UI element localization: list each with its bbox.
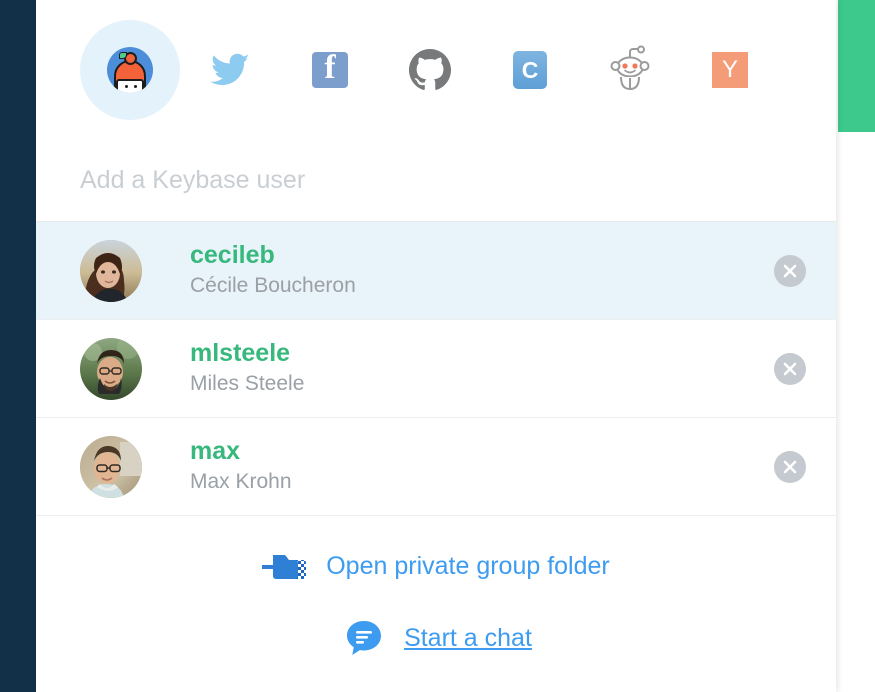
- tracker-popup-window: f C Y Add a Keybase user cecileb Cécile …: [0, 0, 875, 692]
- avatar: [80, 435, 142, 498]
- avatar: [80, 337, 142, 400]
- fullname: Cécile Boucheron: [190, 273, 356, 297]
- keybase-icon: [106, 46, 154, 94]
- fullname: Max Krohn: [190, 469, 292, 493]
- facebook-icon: f: [306, 46, 354, 94]
- close-icon: [783, 460, 797, 473]
- service-tab-github[interactable]: [380, 20, 480, 120]
- reddit-icon: [606, 45, 654, 94]
- user-text: cecileb Cécile Boucheron: [190, 240, 774, 301]
- service-tab-keybase[interactable]: [80, 20, 180, 120]
- open-private-group-folder-button[interactable]: Open private group folder: [36, 530, 836, 602]
- search-field-row: [36, 140, 836, 222]
- service-tab-twitter[interactable]: [180, 20, 280, 120]
- hackernews-glyph: Y: [712, 52, 748, 88]
- coinbase-glyph: C: [513, 51, 547, 89]
- start-a-chat-label: Start a chat: [404, 623, 532, 652]
- open-private-group-folder-label: Open private group folder: [326, 551, 610, 580]
- service-selector-row: f C Y: [36, 0, 836, 140]
- green-side-panel: [838, 0, 875, 132]
- username: max: [190, 436, 241, 465]
- app-left-rail: [0, 0, 36, 692]
- user-text: max Max Krohn: [190, 436, 774, 497]
- username: mlsteele: [190, 338, 291, 367]
- remove-user-button[interactable]: [774, 254, 806, 287]
- close-icon: [783, 264, 797, 277]
- selected-users-list: cecileb Cécile Boucheron mlsteele Miles …: [36, 222, 836, 516]
- twitter-icon: [206, 46, 254, 94]
- facebook-glyph: f: [324, 49, 336, 86]
- remove-user-button[interactable]: [774, 450, 806, 483]
- table-row[interactable]: max Max Krohn: [36, 418, 836, 516]
- add-people-popup: f C Y Add a Keybase user cecileb Cécile …: [36, 0, 836, 692]
- search-input[interactable]: [80, 166, 792, 195]
- coinbase-icon: C: [506, 46, 554, 94]
- table-row[interactable]: cecileb Cécile Boucheron: [36, 222, 836, 320]
- hackernews-icon: Y: [706, 46, 754, 94]
- fullname: Miles Steele: [190, 371, 305, 395]
- avatar: [80, 239, 142, 302]
- folder-arrow-icon: [262, 546, 310, 586]
- chat-bubble-icon: [340, 618, 388, 658]
- service-tab-facebook[interactable]: f: [280, 20, 380, 120]
- github-icon: [406, 46, 454, 94]
- username: cecileb: [190, 240, 275, 269]
- table-row[interactable]: mlsteele Miles Steele: [36, 320, 836, 418]
- service-tab-hackernews[interactable]: Y: [680, 20, 780, 120]
- service-tab-reddit[interactable]: [580, 20, 680, 120]
- start-a-chat-button[interactable]: Start a chat: [36, 602, 836, 674]
- remove-user-button[interactable]: [774, 352, 806, 385]
- user-text: mlsteele Miles Steele: [190, 338, 774, 399]
- actions-section: Open private group folder Start a chat: [36, 516, 836, 674]
- close-icon: [783, 362, 797, 375]
- service-tab-coinbase[interactable]: C: [480, 20, 580, 120]
